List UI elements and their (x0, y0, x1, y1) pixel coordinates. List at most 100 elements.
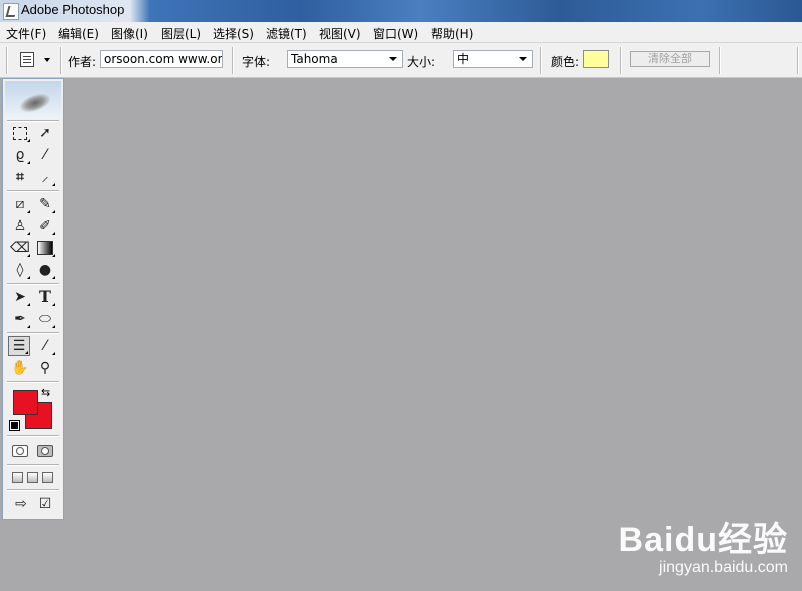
hand-tool[interactable]: ✋ (9, 358, 31, 378)
eyedropper-icon: ⁄ (43, 338, 47, 354)
brush-icon: ✎ (39, 196, 51, 212)
dodge-icon: ● (38, 262, 52, 278)
gradient-tool[interactable] (34, 238, 56, 258)
magic-wand-tool[interactable]: ⁄ (34, 145, 56, 165)
author-label: 作者: (68, 55, 97, 69)
menu-edit[interactable]: 编辑(E) (58, 25, 99, 42)
chevron-down-icon (389, 57, 397, 61)
bandage-icon: ⧄ (15, 196, 25, 212)
options-divider (540, 47, 542, 74)
feather-logo-icon (17, 90, 53, 116)
options-grip (6, 47, 8, 74)
history-brush-tool[interactable]: ✐ (34, 216, 56, 236)
quick-mask-mode-button[interactable] (37, 445, 53, 457)
screen-mode-full-button[interactable] (42, 472, 53, 483)
eraser-tool[interactable]: ⌫ (9, 238, 31, 258)
author-input[interactable]: orsoon.com www.ors (100, 50, 223, 68)
imageready-jump-icon: ⇨ (15, 496, 27, 512)
window-title: Adobe Photoshop (21, 2, 125, 17)
stamp-icon: ♙ (13, 218, 27, 234)
note-icon: ☰ (12, 338, 26, 354)
move-tool[interactable]: ➚ (34, 123, 56, 143)
menu-select[interactable]: 选择(S) (213, 25, 254, 42)
menu-view[interactable]: 视图(V) (319, 25, 361, 42)
notes-preset-icon[interactable] (20, 52, 34, 67)
magic-wand-icon: ⁄ (43, 147, 47, 163)
type-tool[interactable]: T (34, 287, 56, 307)
dodge-tool[interactable]: ● (34, 260, 56, 280)
toolbox-header[interactable] (5, 81, 61, 119)
magnifier-icon: ⚲ (39, 360, 51, 376)
font-select-value: Tahoma (291, 52, 338, 66)
photoshop-app-icon (3, 3, 19, 20)
clone-stamp-tool[interactable]: ♙ (9, 216, 31, 236)
preset-dropdown-arrow-icon[interactable] (44, 58, 50, 62)
checklist-button[interactable]: ☑ (34, 494, 56, 514)
jump-to-imageready-button[interactable]: ⇨ (10, 494, 32, 514)
title-bar: Adobe Photoshop (0, 0, 802, 22)
baidu-watermark: Baidu经验 jingyan.baidu.com (619, 523, 788, 577)
crop-icon: ⌗ (16, 169, 24, 185)
gradient-icon (37, 241, 53, 255)
notes-tool[interactable]: ☰ (8, 336, 30, 356)
toolbox-panel: ➚ ϱ ⁄ ⌗ ⸝ ⧄ ✎ ♙ ✐ ⌫ ◊ ● ➤ T ✒ ⬭ ☰ ⁄ ✋ ⚲ … (2, 78, 64, 520)
healing-brush-tool[interactable]: ⧄ (9, 194, 31, 214)
eraser-icon: ⌫ (10, 240, 30, 256)
size-select-value: 中 (457, 52, 470, 66)
lasso-tool[interactable]: ϱ (9, 145, 31, 165)
crop-tool[interactable]: ⌗ (9, 167, 31, 187)
menu-file[interactable]: 文件(F) (6, 25, 46, 42)
hand-icon: ✋ (11, 360, 29, 376)
pen-icon: ✒ (14, 311, 26, 327)
ellipse-shape-tool[interactable]: ⬭ (34, 309, 56, 329)
divider (7, 464, 59, 466)
options-divider (620, 47, 622, 74)
size-label: 大小: (407, 55, 436, 69)
default-colors-icon[interactable] (9, 420, 20, 431)
divider (7, 381, 59, 383)
slice-tool[interactable]: ⸝ (34, 167, 56, 187)
zoom-tool[interactable]: ⚲ (34, 358, 56, 378)
screen-mode-standard-button[interactable] (12, 472, 23, 483)
pen-tool[interactable]: ✒ (9, 309, 31, 329)
chevron-down-icon (519, 57, 527, 61)
color-label: 颜色: (551, 55, 580, 69)
menu-window[interactable]: 窗口(W) (373, 25, 418, 42)
move-icon: ➚ (39, 125, 51, 141)
lasso-icon: ϱ (15, 147, 25, 163)
slice-icon: ⸝ (41, 169, 49, 185)
divider (7, 283, 59, 285)
brush-tool[interactable]: ✎ (34, 194, 56, 214)
menu-help[interactable]: 帮助(H) (431, 25, 473, 42)
divider (7, 190, 59, 192)
checkbox-icon: ☑ (38, 496, 52, 512)
eyedropper-tool[interactable]: ⁄ (34, 336, 56, 356)
blur-drop-icon: ◊ (16, 262, 24, 278)
path-selection-tool[interactable]: ➤ (9, 287, 31, 307)
options-bar: 作者: orsoon.com www.ors 字体: Tahoma 大小: 中 … (0, 43, 802, 78)
font-select[interactable]: Tahoma (287, 50, 403, 68)
baidu-url: jingyan.baidu.com (659, 559, 788, 576)
note-color-swatch[interactable] (583, 50, 609, 68)
standard-mode-button[interactable] (12, 445, 28, 457)
menu-layer[interactable]: 图层(L) (161, 25, 201, 42)
divider (7, 435, 59, 437)
swap-colors-icon[interactable]: ⇆ (41, 386, 50, 399)
size-select[interactable]: 中 (453, 50, 533, 68)
screen-mode-full-menu-button[interactable] (27, 472, 38, 483)
font-label: 字体: (242, 55, 271, 69)
rectangular-marquee-tool[interactable] (9, 123, 31, 143)
options-divider (60, 47, 62, 74)
marquee-icon (13, 126, 27, 140)
foreground-color-swatch[interactable] (13, 390, 38, 415)
baidu-logo: Baidu经验 (618, 521, 788, 559)
clear-all-button[interactable]: 清除全部 (630, 51, 710, 67)
options-divider (719, 47, 721, 74)
options-divider (797, 47, 799, 74)
menu-image[interactable]: 图像(I) (111, 25, 148, 42)
divider (7, 120, 59, 122)
type-icon: T (39, 287, 51, 306)
ellipse-icon: ⬭ (39, 311, 51, 327)
menu-filter[interactable]: 滤镜(T) (266, 25, 307, 42)
blur-tool[interactable]: ◊ (9, 260, 31, 280)
